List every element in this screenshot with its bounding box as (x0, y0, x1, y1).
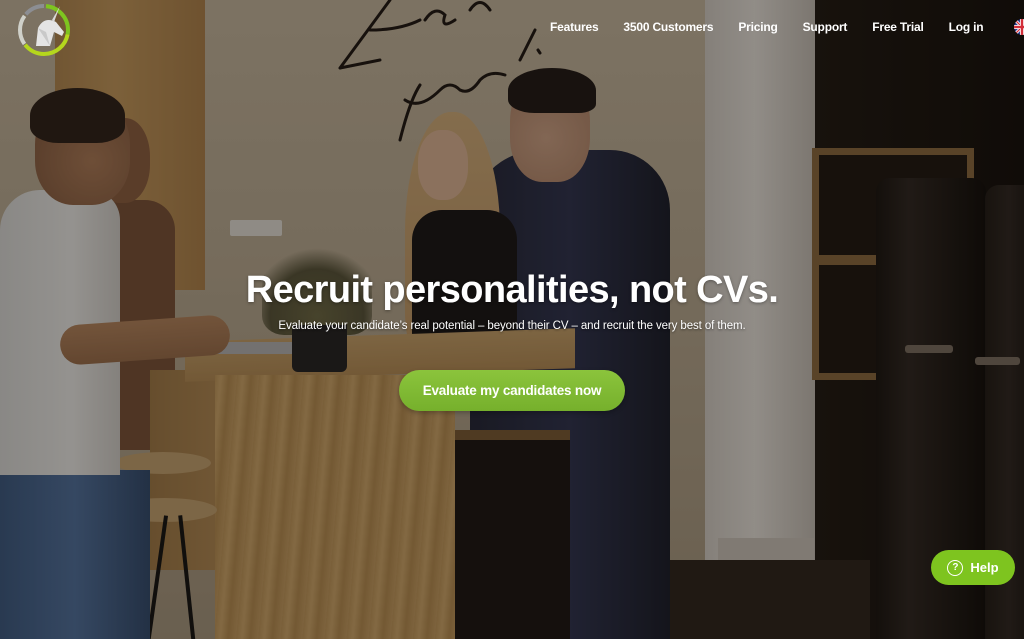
hero-subtitle: Evaluate your candidate’s real potential… (278, 320, 746, 332)
uk-flag-icon (1014, 19, 1024, 35)
help-label: Help (970, 560, 999, 575)
hero-section: Recruit personalities, not CVs. Evaluate… (0, 266, 1024, 332)
hero-title: Recruit personalities, not CVs. (245, 269, 779, 311)
evaluate-candidates-button[interactable]: Evaluate my candidates now (399, 370, 625, 411)
question-circle-icon: ? (947, 559, 964, 576)
nav-features[interactable]: Features (550, 20, 599, 34)
help-button[interactable]: ? Help (931, 550, 1015, 585)
navbar: Features 3500 Customers Pricing Support … (0, 0, 1024, 56)
nav-pricing[interactable]: Pricing (738, 20, 777, 34)
nav-free-trial[interactable]: Free Trial (872, 20, 924, 34)
unicorn-logo-icon (18, 4, 70, 56)
main-nav: Features 3500 Customers Pricing Support … (550, 19, 1024, 35)
nav-login[interactable]: Log in (949, 20, 984, 34)
nav-customers[interactable]: 3500 Customers (623, 20, 713, 34)
nav-support[interactable]: Support (803, 20, 848, 34)
logo-link[interactable] (16, 2, 72, 58)
language-selector[interactable] (1014, 19, 1024, 35)
